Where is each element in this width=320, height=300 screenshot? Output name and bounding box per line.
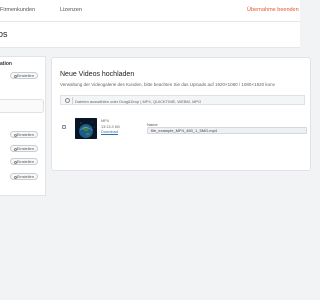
settings-icon	[14, 175, 17, 179]
upload-card-description: Verwaltung der Videogalerie des Kunden, …	[60, 82, 275, 87]
info-icon	[65, 98, 70, 103]
top-bar: Firmenkunden Lizenzen Übernahme beenden	[0, 0, 300, 22]
install-button-label: Einstellen	[16, 146, 34, 151]
sidebar-item: Einstellen	[0, 145, 40, 152]
settings-icon	[14, 160, 17, 164]
video-name-input[interactable]: file_example_MP4_480_1_5MG.mp4	[147, 127, 307, 134]
install-button-label: Einstellen	[16, 132, 34, 137]
end-takeover-link[interactable]: Übernahme beenden	[247, 7, 299, 13]
page-title: os	[0, 29, 8, 39]
sidebar-selected-box[interactable]	[0, 99, 44, 113]
page-header: os	[0, 22, 300, 48]
divider	[72, 97, 73, 104]
nav-firmenkunden[interactable]: Firmenkunden	[0, 7, 35, 13]
install-button[interactable]: Einstellen	[10, 145, 38, 152]
video-thumbnail[interactable]	[75, 118, 97, 139]
upload-card-title: Neue Videos hochladen	[60, 71, 135, 78]
install-button[interactable]: Einstellen	[10, 131, 38, 138]
sidebar-item: Einstellen	[0, 72, 40, 79]
install-button[interactable]: Einstellen	[10, 72, 38, 79]
install-button[interactable]: Einstellen	[10, 173, 38, 180]
settings-icon	[14, 133, 17, 137]
install-button-label: Einstellen	[16, 174, 34, 179]
install-button-label: Einstellen	[16, 159, 34, 164]
install-button[interactable]: Einstellen	[10, 158, 38, 165]
sidebar-item: Einstellen	[0, 158, 40, 165]
file-dropzone[interactable]: Dateien auswählen oder Drag&Drop | MP4, …	[60, 95, 305, 105]
video-meta: MP4 13:13.3 KB Download	[101, 119, 120, 136]
dropzone-text: Dateien auswählen oder Drag&Drop | MP4, …	[75, 98, 202, 104]
sidebar: ation Einstellen Einstellen Einstellen E…	[0, 56, 46, 196]
upload-card: Neue Videos hochladen Verwaltung der Vid…	[51, 57, 311, 171]
sidebar-heading: ation	[0, 61, 12, 67]
download-link[interactable]: Download	[101, 130, 120, 136]
sidebar-item: Einstellen	[0, 173, 40, 180]
sidebar-item: Einstellen	[0, 131, 40, 138]
nav-lizenzen[interactable]: Lizenzen	[60, 7, 82, 13]
settings-icon	[14, 74, 17, 78]
settings-icon	[14, 147, 17, 151]
earth-image-icon	[75, 118, 97, 139]
install-button-label: Einstellen	[16, 73, 34, 78]
video-select-checkbox[interactable]	[62, 125, 66, 129]
